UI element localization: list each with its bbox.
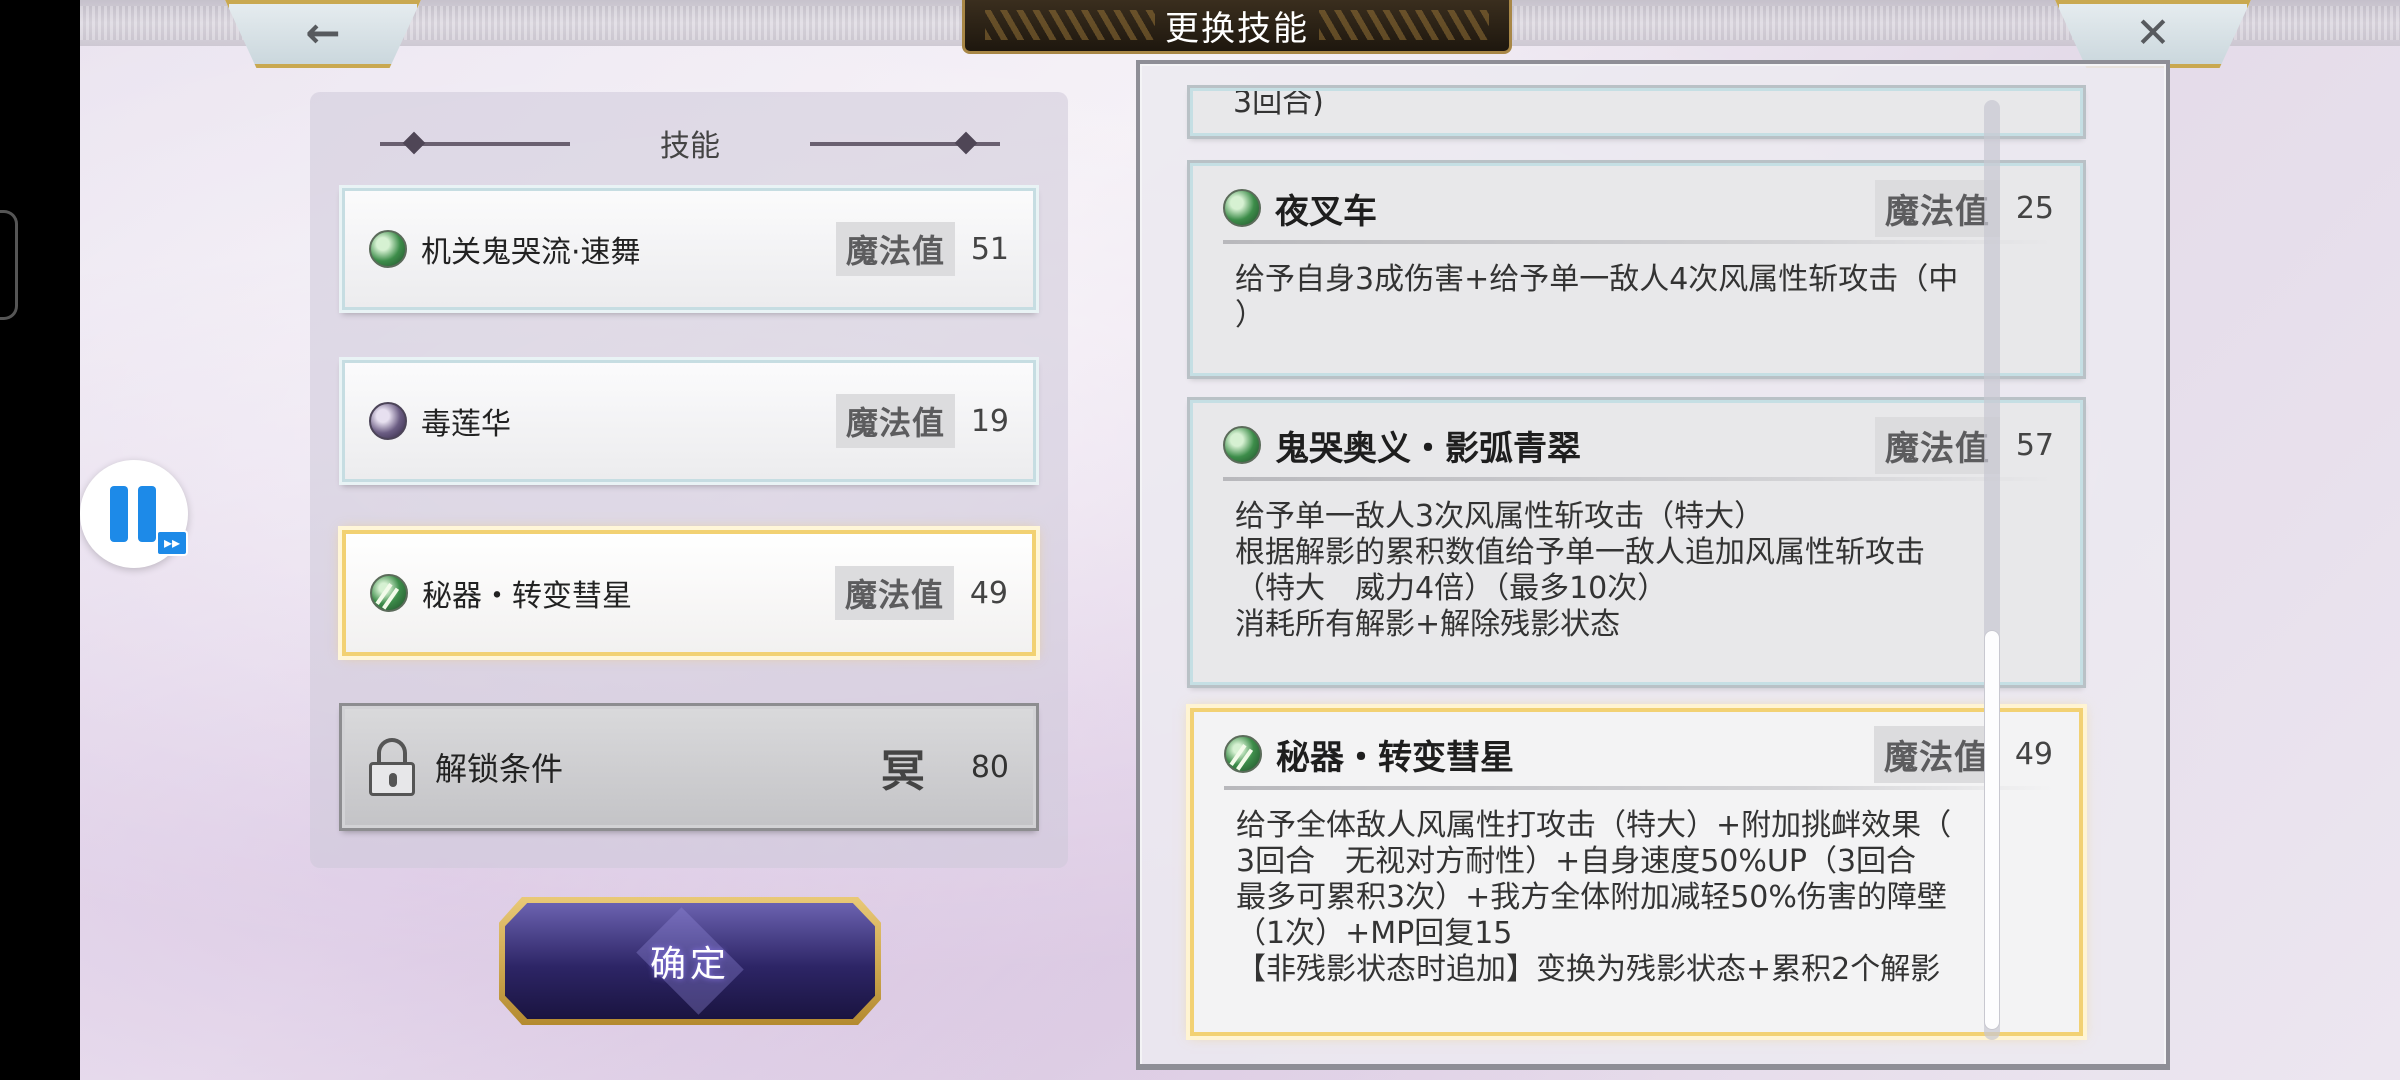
wind-orb-icon [1223,426,1261,464]
page-title: 更换技能 [962,0,1512,54]
page-title-text: 更换技能 [1165,9,1309,49]
partial-description: 3回合) [1233,88,1324,120]
mp-label: 魔法值 [835,222,955,276]
mp-label: 魔法值 [835,394,955,448]
mp-label: 魔法值 [1874,725,1999,783]
detail-card-header: 秘器・转变彗星 魔法值 49 [1224,725,2053,783]
wind-orb-icon [369,230,407,268]
skill-slot-3-selected[interactable]: 秘器・转变彗星 魔法值 49 [342,530,1036,656]
skill-slot-1[interactable]: 机关鬼哭流·速舞 魔法值 51 [342,188,1036,310]
detail-description: 给予自身3成伤害+给予单一敌人4次风属性斩攻击（中 ） [1235,262,1959,333]
skill-list-header: 技能 [370,118,1010,168]
detail-description: 给予全体敌人风属性打攻击（特大）+附加挑衅效果（ 3回合 无视对方耐性）+自身速… [1236,808,1952,987]
mp-value: 51 [970,231,1009,267]
mp-value: 57 [2015,427,2054,463]
close-button[interactable]: ✕ [2055,0,2251,68]
header-ornament-left [380,142,570,146]
detail-card-partial: 3回合) [1190,88,2083,136]
detail-card-3-selected[interactable]: 秘器・转变彗星 魔法值 49 给予全体敌人风属性打攻击（特大）+附加挑衅效果（ … [1190,708,2083,1036]
skill-name: 毒莲华 [421,407,511,442]
pause-icon [110,486,128,542]
detail-skill-name: 鬼哭奥义・影弧青翠 [1275,428,1581,469]
back-arrow-icon: ← [305,7,341,57]
skill-slot-locked[interactable]: 解锁条件 冥 80 [342,706,1036,828]
confirm-button[interactable]: 确定 [505,903,875,1019]
comet-orb-icon [370,574,408,612]
detail-card-2[interactable]: 鬼哭奥义・影弧青翠 魔法值 57 给予单一敌人3次风属性斩攻击（特大） 根据解影… [1190,400,2083,685]
detail-card-1[interactable]: 夜叉车 魔法值 25 给予自身3成伤害+给予单一敌人4次风属性斩攻击（中 ） [1190,163,2083,376]
detail-card-header: 夜叉车 魔法值 25 [1223,179,2054,237]
mp-value: 25 [2015,190,2054,226]
skill-name: 机关鬼哭流·速舞 [421,235,641,270]
detail-skill-name: 夜叉车 [1275,191,1377,232]
skill-list-heading: 技能 [660,129,720,164]
confirm-button-label: 确定 [649,944,730,985]
mp-value: 49 [2014,736,2053,772]
detail-card-header: 鬼哭奥义・影弧青翠 魔法值 57 [1223,416,2054,474]
mp-value: 49 [969,575,1008,611]
close-icon: ✕ [2135,7,2171,57]
unlock-requirement-glyph: 冥 [880,746,925,797]
mp-label: 魔法值 [1875,179,2000,237]
header-ornament-right [810,142,1000,146]
detail-scrollbar[interactable] [1984,100,2000,1040]
mp-label: 魔法值 [834,566,954,620]
fast-forward-icon[interactable]: ▸▸ [156,530,188,556]
unlock-condition-label: 解锁条件 [435,750,564,788]
back-button[interactable]: ← [225,0,421,68]
pause-button[interactable]: ▸▸ [80,460,188,568]
screen-notch [0,210,18,320]
skill-name: 秘器・转变彗星 [422,579,632,614]
wind-orb-icon [1223,189,1261,227]
lock-icon [369,738,415,796]
comet-orb-icon [1224,735,1262,773]
poison-orb-icon [369,402,407,440]
skill-slot-2[interactable]: 毒莲华 魔法值 19 [342,360,1036,482]
detail-description: 给予单一敌人3次风属性斩攻击（特大） 根据解影的累积数值给予单一敌人追加风属性斩… [1235,499,1925,642]
detail-skill-name: 秘器・转变彗星 [1276,737,1514,778]
detail-scrollbar-thumb[interactable] [1984,630,2000,1030]
unlock-requirement-value: 80 [970,749,1009,785]
skill-list-panel: 技能 机关鬼哭流·速舞 魔法值 51 毒莲华 魔法值 19 秘器・转变彗星 魔法… [310,92,1068,868]
mp-value: 19 [970,403,1009,439]
mp-label: 魔法值 [1875,416,2000,474]
